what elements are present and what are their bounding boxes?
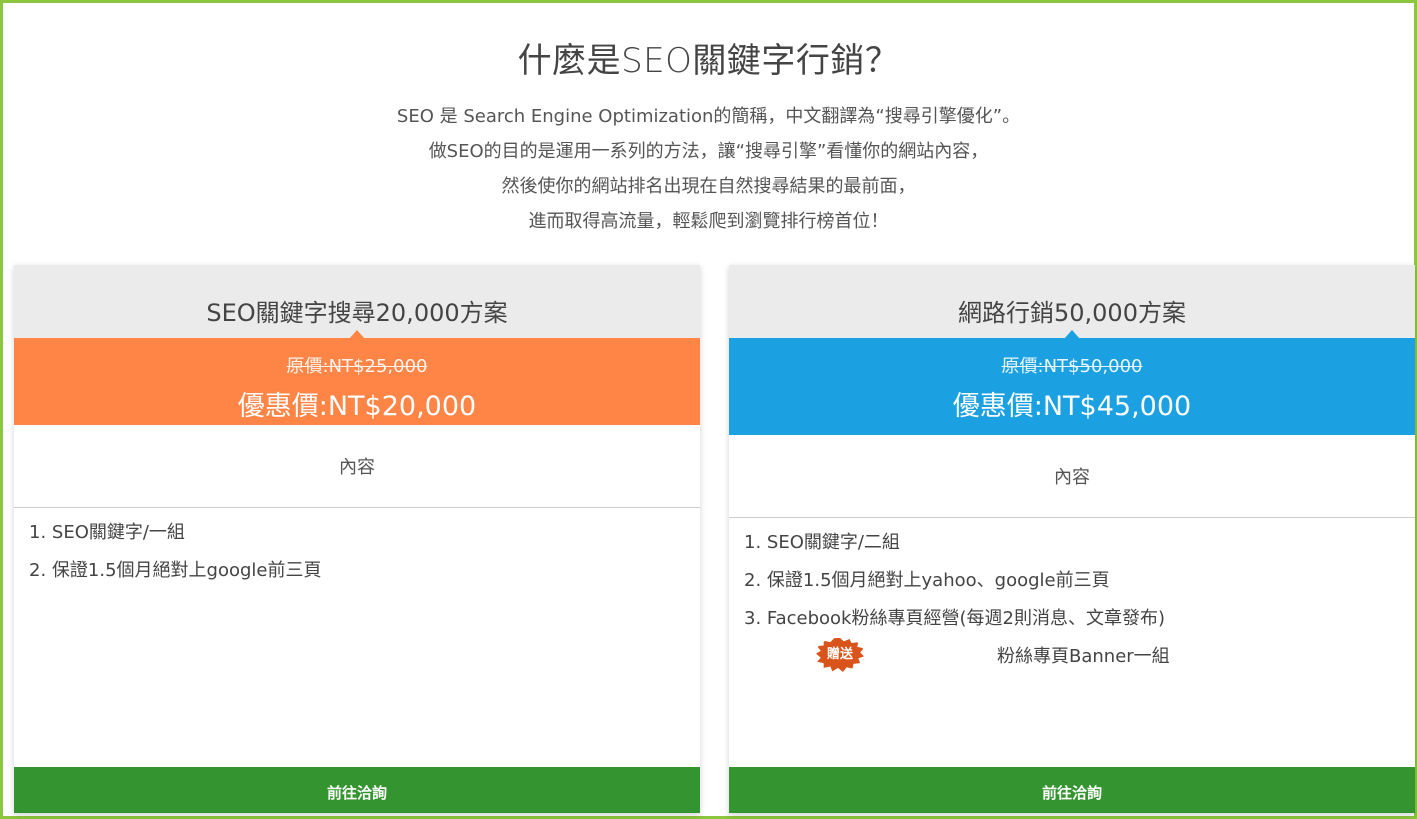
intro-text: SEO 是 Search Engine Optimization的簡稱，中文翻譯… [3,99,1414,239]
plan-name: SEO關鍵字搜尋20,000方案 [206,299,508,327]
price-band: 原價:NT$50,000 優惠價:NT$45,000 [729,338,1415,435]
sale-price: 優惠價:NT$45,000 [952,391,1192,422]
plan-name: 網路行銷50,000方案 [958,299,1186,327]
content-label: 內容 [729,435,1415,518]
intro-line: 做SEO的目的是運用一系列的方法，讓“搜尋引擎”看懂你的網站內容， [428,141,989,162]
plan-header: 網路行銷50,000方案 [729,265,1415,339]
feature-item: 3. Facebook粉絲專頁經營(每週2則消息、文章發布) [744,608,1165,629]
feature-list: 1. SEO關鍵字/一組 2. 保證1.5個月絕對上google前三頁 [14,508,700,598]
original-price: 原價:NT$50,000 [1001,356,1143,377]
feature-item: 2. 保證1.5個月絕對上google前三頁 [29,560,322,581]
inquiry-button[interactable]: 前往洽詢 [729,767,1415,813]
content-label: 內容 [14,425,700,508]
intro-line: 進而取得高流量，輕鬆爬到瀏覽排行榜首位！ [528,211,889,232]
feature-item: 1. SEO關鍵字/二組 [744,532,900,553]
gift-item: 贈送 粉絲專頁Banner一組 [744,638,1415,684]
feature-item: 2. 保證1.5個月絕對上yahoo、google前三頁 [744,570,1110,591]
feature-item: 1. SEO關鍵字/一組 [29,522,185,543]
inquiry-button[interactable]: 前往洽詢 [14,767,700,813]
intro-line: 然後使你的網站排名出現在自然搜尋結果的最前面， [501,176,916,197]
plan-card-marketing: 網路行銷50,000方案 原價:NT$50,000 優惠價:NT$45,000 … [729,265,1415,813]
feature-list: 1. SEO關鍵字/二組 2. 保證1.5個月絕對上yahoo、google前三… [729,518,1415,684]
sale-price: 優惠價:NT$20,000 [237,391,477,422]
plan-header: SEO關鍵字搜尋20,000方案 [14,265,700,339]
page-title: 什麼是SEO關鍵字行銷？ [517,41,900,81]
plan-card-seo: SEO關鍵字搜尋20,000方案 原價:NT$25,000 優惠價:NT$20,… [14,265,700,813]
original-price: 原價:NT$25,000 [286,356,428,377]
gift-text: 粉絲專頁Banner一組 [997,646,1170,667]
intro-line: SEO 是 Search Engine Optimization的簡稱，中文翻譯… [396,106,1021,127]
price-band: 原價:NT$25,000 優惠價:NT$20,000 [14,338,700,425]
